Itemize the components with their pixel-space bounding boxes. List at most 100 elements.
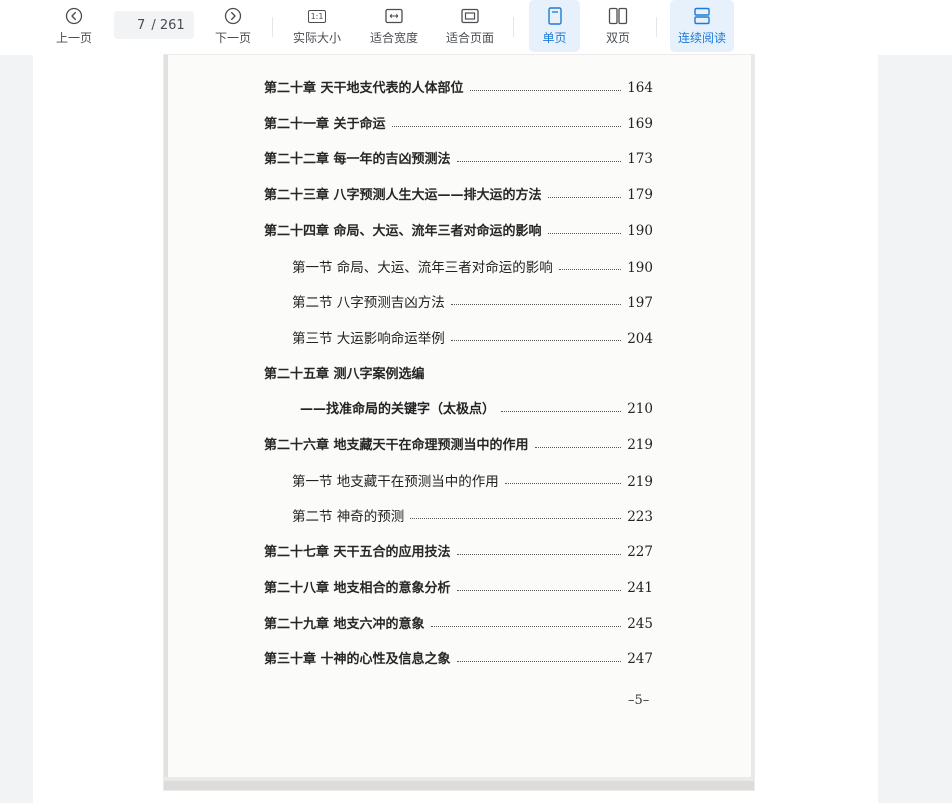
toolbar-divider <box>513 17 514 37</box>
toc-entry[interactable]: 第二十三章 八字预测人生大运——排大运的方法 179 <box>264 184 653 204</box>
toc-entry[interactable]: 第二十八章 地支相合的意象分析 241 <box>264 577 653 597</box>
actual-size-glyph: 1:1 <box>307 9 327 23</box>
toc-entry[interactable]: 第二十章 天干地支代表的人体部位 164 <box>264 77 653 97</box>
toc-entry-page: 210 <box>627 401 653 417</box>
next-page-button[interactable]: 下一页 <box>209 0 257 52</box>
page-scan-edge <box>164 55 168 790</box>
document-viewport[interactable]: 第二十章 天干地支代表的人体部位 164 第二十一章 关于命运 169 第二十二章 每一… <box>33 55 878 803</box>
toc-entry[interactable]: ——找准命局的关键字（太极点） 210 <box>264 398 653 418</box>
actual-size-icon: 1:1 <box>307 6 327 26</box>
actual-size-label: 实际大小 <box>292 31 341 45</box>
toc-entry-page: 164 <box>627 80 653 96</box>
toc-entry-page: 247 <box>627 651 653 667</box>
toc-entry-page: 204 <box>627 331 653 347</box>
double-page-button[interactable]: 双页 <box>594 0 642 52</box>
current-page-input[interactable] <box>123 17 146 33</box>
chevron-left-circle-icon <box>65 6 83 26</box>
toc-entry-title: 第二十二章 每一年的吉凶预测法 <box>264 152 451 167</box>
viewer-toolbar: 上一页 / 261 下一页 1:1 实际大小 适合宽度 适合页面 <box>0 0 952 55</box>
toc-entry-page: 223 <box>627 509 653 525</box>
toc-entry-title: 第一节 命局、大运、流年三者对命运的影响 <box>292 260 553 276</box>
toc-entry[interactable]: 第二节 神奇的预测 223 <box>264 505 653 525</box>
toc-entry-title: 第二十九章 地支六冲的意象 <box>264 617 425 632</box>
toc-leader-dots <box>501 410 622 412</box>
prev-page-label: 上一页 <box>55 31 92 45</box>
toc-leader-dots <box>450 303 622 305</box>
toc-entry[interactable]: 第二十一章 关于命运 169 <box>264 113 653 133</box>
continuous-reading-button[interactable]: 连续阅读 <box>670 0 734 52</box>
toc-leader-dots <box>456 660 622 662</box>
toc-entry-page: 227 <box>627 544 653 560</box>
toc-entry-title: 第二十章 天干地支代表的人体部位 <box>264 81 464 96</box>
toc-entry-page: 219 <box>627 437 653 453</box>
toc-entry[interactable]: 第三节 大运影响命运举例 204 <box>264 327 653 347</box>
page-folio: –5– <box>628 693 650 708</box>
toc-entry[interactable]: 第二十二章 每一年的吉凶预测法 173 <box>264 148 653 168</box>
page-scan-edge <box>751 55 754 790</box>
toc-entry-title: 第二十七章 天干五合的应用技法 <box>264 545 451 560</box>
double-page-label: 双页 <box>605 31 630 45</box>
prev-page-button[interactable]: 上一页 <box>50 0 98 52</box>
toolbar-divider <box>272 17 273 37</box>
toc-entry-title: 第二十四章 命局、大运、流年三者对命运的影响 <box>264 224 542 239</box>
single-page-icon <box>547 6 563 26</box>
actual-size-button[interactable]: 1:1 实际大小 <box>287 0 347 52</box>
toolbar-divider <box>656 17 657 37</box>
toc-entry-page: 169 <box>627 116 653 132</box>
toc-entry-title: 第二节 八字预测吉凶方法 <box>292 295 445 311</box>
fit-page-label: 适合页面 <box>445 31 494 45</box>
toc-entry-page: 241 <box>627 580 653 596</box>
double-page-icon <box>608 6 628 26</box>
toc-leader-dots <box>410 517 622 519</box>
toc-entry-page: 190 <box>627 260 653 276</box>
page-scan-edge <box>164 781 754 790</box>
toc-entry-page: 245 <box>627 616 653 632</box>
toc-entry-page: 179 <box>627 187 653 203</box>
continuous-reading-label: 连续阅读 <box>677 31 726 45</box>
toc-leader-dots <box>547 232 622 234</box>
toc-entry-page: 197 <box>627 295 653 311</box>
toc-entry-title: 第二节 神奇的预测 <box>292 509 405 525</box>
toc-entry-title: 第二十三章 八字预测人生大运——排大运的方法 <box>264 188 542 203</box>
total-pages: 261 <box>159 17 185 33</box>
next-page-label: 下一页 <box>214 31 251 45</box>
toc-entry-title: 第一节 地支藏干在预测当中的作用 <box>292 474 499 490</box>
toc-entry[interactable]: 第一节 命局、大运、流年三者对命运的影响 190 <box>264 256 653 276</box>
page-indicator: / 261 <box>114 11 194 39</box>
toc-leader-dots <box>456 553 622 555</box>
continuous-reading-icon <box>693 6 711 26</box>
chevron-right-circle-icon <box>224 6 242 26</box>
toc-leader-dots <box>430 625 622 627</box>
toc-leader-dots <box>558 268 622 270</box>
toc-entry[interactable]: 第二十九章 地支六冲的意象 245 <box>264 613 653 633</box>
fit-width-icon <box>385 6 403 26</box>
toc-entry[interactable]: 第二十五章 测八字案例选编 <box>264 363 653 383</box>
single-page-button[interactable]: 单页 <box>529 0 580 52</box>
fit-page-icon <box>461 6 479 26</box>
toc-entry-title: 第二十一章 关于命运 <box>264 117 386 132</box>
toc-entry[interactable]: 第二十六章 地支藏天干在命理预测当中的作用 219 <box>264 434 653 454</box>
toc-leader-dots <box>456 589 622 591</box>
toc-entry-title: 第二十五章 测八字案例选编 <box>264 367 425 382</box>
toc-entry-page: 219 <box>627 474 653 490</box>
toc-entry[interactable]: 第二十七章 天干五合的应用技法 227 <box>264 541 653 561</box>
toc-entry[interactable]: 第二十四章 命局、大运、流年三者对命运的影响 190 <box>264 220 653 240</box>
toc-leader-dots <box>450 339 622 341</box>
single-page-label: 单页 <box>542 31 567 45</box>
toc-leader-dots <box>547 196 622 198</box>
toc-entry[interactable]: 第一节 地支藏干在预测当中的作用 219 <box>264 470 653 490</box>
toc-entry[interactable]: 第二节 八字预测吉凶方法 197 <box>264 291 653 311</box>
toc-leader-dots <box>469 89 622 91</box>
toc-entry-title: 第二十六章 地支藏天干在命理预测当中的作用 <box>264 438 529 453</box>
toc-leader-dots <box>534 446 622 448</box>
toc-entry-page: 173 <box>627 151 653 167</box>
fit-page-button[interactable]: 适合页面 <box>440 0 500 52</box>
toc-entry-title: 第三十章 十神的心性及信息之象 <box>264 652 451 667</box>
toc-leader-dots <box>504 482 622 484</box>
toc-leader-dots <box>391 125 622 127</box>
toc-entry[interactable]: 第三十章 十神的心性及信息之象 247 <box>264 648 653 668</box>
toc-leader-dots <box>456 160 622 162</box>
document-page: 第二十章 天干地支代表的人体部位 164 第二十一章 关于命运 169 第二十二章 每一… <box>164 55 754 790</box>
fit-width-label: 适合宽度 <box>369 31 418 45</box>
fit-width-button[interactable]: 适合宽度 <box>364 0 424 52</box>
